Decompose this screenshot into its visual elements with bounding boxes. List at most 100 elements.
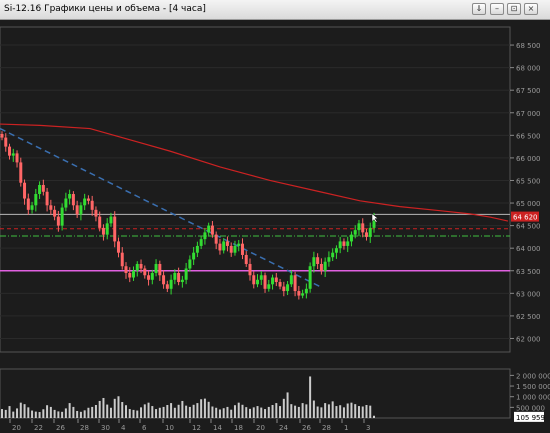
volume-bar[interactable] [369, 405, 372, 418]
volume-bar[interactable] [290, 404, 293, 418]
volume-bar[interactable] [61, 411, 64, 418]
volume-bar[interactable] [128, 409, 131, 418]
volume-bar[interactable] [294, 405, 297, 418]
volume-bar[interactable] [27, 407, 30, 418]
volume-bar[interactable] [12, 411, 15, 418]
volume-bar[interactable] [346, 403, 349, 418]
volume-bar[interactable] [357, 406, 360, 418]
price-panel[interactable] [0, 26, 511, 353]
volume-bar[interactable] [109, 407, 112, 418]
volume-bar[interactable] [233, 405, 236, 418]
restore-button[interactable]: ⊡ [507, 3, 521, 15]
volume-bar[interactable] [264, 409, 267, 418]
volume-bar[interactable] [256, 406, 259, 418]
candle[interactable] [308, 262, 312, 293]
volume-bar[interactable] [279, 406, 282, 418]
volume-bar[interactable] [271, 405, 274, 418]
volume-bar[interactable] [121, 402, 124, 418]
volume-bar[interactable] [158, 407, 161, 418]
volume-bar[interactable] [87, 407, 90, 418]
volume-bar[interactable] [94, 405, 97, 418]
volume-bar[interactable] [143, 404, 146, 418]
volume-bar[interactable] [365, 405, 368, 418]
volume-bar[interactable] [42, 409, 45, 418]
volume-bar[interactable] [53, 409, 56, 418]
volume-bar[interactable] [267, 406, 270, 418]
volume-bar[interactable] [354, 404, 357, 418]
volume-bar[interactable] [151, 406, 154, 418]
volume-bar[interactable] [23, 404, 26, 418]
volume-bar[interactable] [16, 408, 19, 418]
volume-bar[interactable] [203, 398, 206, 418]
volume-bar[interactable] [117, 396, 120, 418]
volume-bar[interactable] [297, 406, 300, 418]
volume-bar[interactable] [76, 410, 79, 418]
volume-bar[interactable] [147, 402, 150, 418]
volume-bar[interactable] [249, 408, 251, 418]
volume-bar[interactable] [327, 404, 330, 418]
volume-bar[interactable] [185, 405, 188, 418]
volume-bar[interactable] [192, 404, 195, 418]
volume-bar[interactable] [215, 407, 218, 418]
volume-bar[interactable] [316, 406, 319, 418]
volume-bar[interactable] [211, 406, 214, 418]
volume-bar[interactable] [305, 404, 308, 418]
volume-bar[interactable] [282, 398, 285, 418]
volume-bar[interactable] [335, 406, 338, 418]
volume-bar[interactable] [177, 404, 180, 418]
volume-bar[interactable] [98, 400, 101, 418]
volume-bar[interactable] [72, 406, 75, 418]
volume-bar[interactable] [57, 411, 60, 418]
volume-bar[interactable] [49, 406, 52, 418]
minimize-button[interactable]: – [490, 3, 504, 15]
volume-bar[interactable] [166, 405, 169, 418]
volume-bar[interactable] [339, 405, 342, 418]
volume-panel[interactable] [0, 368, 511, 419]
volume-bar[interactable] [173, 407, 176, 418]
volume-bar[interactable] [64, 408, 67, 418]
volume-bar[interactable] [162, 406, 165, 418]
volume-bar[interactable] [350, 402, 353, 418]
price-chart[interactable]: 64 620 68 500 68 000 67 500 67 000 66 500 66 … [0, 20, 550, 433]
volume-bar[interactable] [140, 407, 143, 418]
volume-bar[interactable] [260, 407, 263, 418]
volume-bar[interactable] [309, 376, 312, 418]
close-button[interactable]: × [524, 3, 538, 15]
volume-bar[interactable] [286, 392, 289, 418]
volume-bar[interactable] [361, 406, 364, 418]
volume-bar[interactable] [136, 410, 139, 418]
volume-bar[interactable] [230, 409, 233, 418]
volume-bar[interactable] [1, 409, 3, 418]
title-bar[interactable]: Si-12.16 Графики цены и объема - [4 часа… [0, 0, 550, 20]
volume-bar[interactable] [188, 406, 191, 418]
volume-bar[interactable] [102, 397, 105, 418]
volume-bar[interactable] [170, 403, 173, 418]
volume-bar[interactable] [113, 398, 116, 418]
volume-bar[interactable] [31, 410, 34, 418]
volume-bar[interactable] [83, 410, 86, 418]
volume-bar[interactable] [34, 411, 37, 418]
volume-bar[interactable] [19, 402, 22, 418]
volume-bar[interactable] [200, 399, 203, 418]
volume-bar[interactable] [245, 407, 248, 418]
volume-bar[interactable] [218, 409, 221, 418]
volume-bar[interactable] [79, 411, 82, 418]
volume-bar[interactable] [226, 406, 229, 418]
pin-button[interactable]: ⇓ [472, 3, 486, 15]
volume-bar[interactable] [8, 406, 11, 418]
volume-bar[interactable] [373, 415, 375, 418]
volume-bar[interactable] [252, 407, 255, 418]
volume-bar[interactable] [342, 407, 345, 418]
volume-bar[interactable] [207, 401, 210, 418]
volume-bar[interactable] [301, 403, 304, 418]
volume-bar[interactable] [91, 406, 94, 418]
volume-bar[interactable] [331, 401, 334, 418]
volume-bar[interactable] [312, 400, 315, 418]
volume-bar[interactable] [106, 404, 109, 418]
volume-bar[interactable] [320, 407, 323, 418]
volume-bar[interactable] [181, 400, 184, 418]
volume-bar[interactable] [241, 404, 244, 418]
volume-bar[interactable] [196, 403, 199, 418]
volume-bar[interactable] [275, 403, 278, 418]
volume-bar[interactable] [132, 409, 135, 418]
